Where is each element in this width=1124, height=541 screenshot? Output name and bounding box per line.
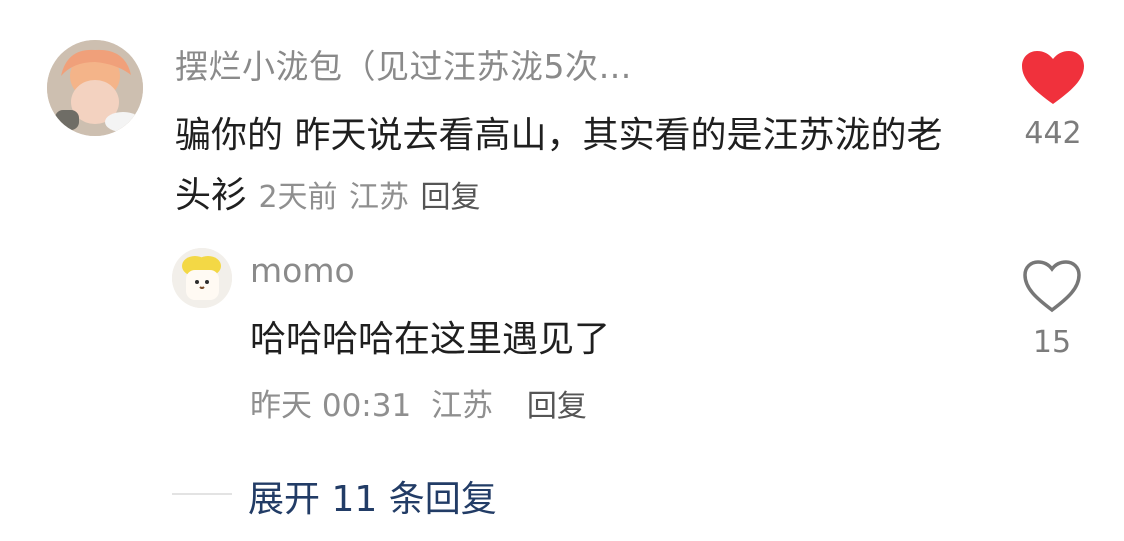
avatar-image (47, 40, 143, 136)
commenter-avatar[interactable] (47, 40, 143, 136)
expand-replies-button[interactable]: 展开 11 条回复 (248, 470, 497, 522)
reply-like-count: 15 (1032, 325, 1072, 360)
heart-filled-icon (1022, 51, 1084, 104)
reply-avatar[interactable] (172, 248, 232, 308)
like-button[interactable] (1018, 48, 1088, 108)
comment-location: 江苏 (349, 180, 410, 215)
reply-like-button[interactable] (1020, 258, 1084, 316)
avatar-image (172, 248, 232, 308)
reply-reply-button[interactable]: 回复 (527, 389, 587, 424)
comment-time: 2天前 (258, 180, 338, 215)
expand-divider (172, 493, 232, 495)
heart-outline-icon (1023, 260, 1081, 313)
comment-body: 骗你的 昨天说去看高山，其实看的是汪苏泷的老头衫 2天前 江苏 回复 (175, 106, 965, 228)
reply-button[interactable]: 回复 (420, 180, 480, 215)
like-count: 442 (1024, 116, 1082, 151)
reply-location: 江苏 (431, 388, 494, 424)
reply-text: 哈哈哈哈在这里遇见了 (250, 319, 611, 360)
reply-username[interactable]: momo (250, 251, 355, 290)
reply-time: 昨天 00:31 (250, 388, 412, 424)
reply-meta: 昨天 00:31 江苏 回复 (250, 380, 597, 425)
commenter-username[interactable]: 摆烂小泷包（见过汪苏泷5次… (175, 40, 632, 88)
